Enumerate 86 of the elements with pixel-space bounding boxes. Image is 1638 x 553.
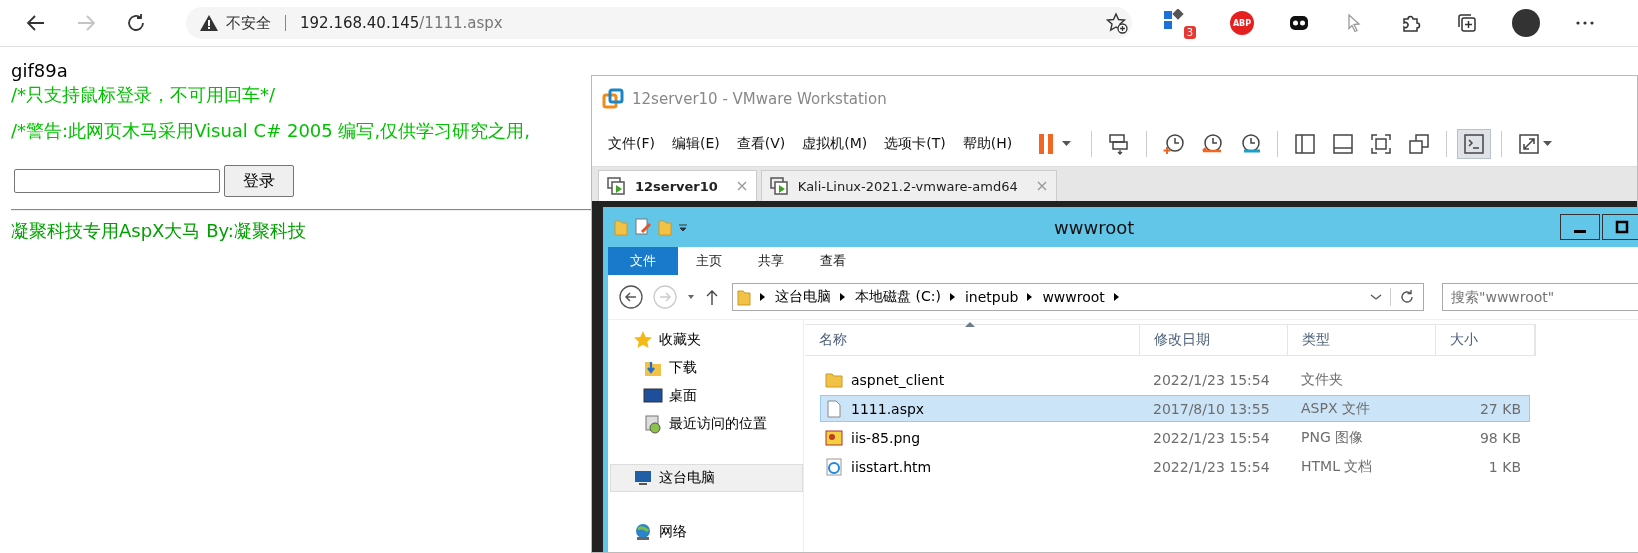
image-file-icon bbox=[825, 428, 843, 447]
window-title: 12server10 - VMware Workstation bbox=[632, 90, 887, 108]
globe-icon bbox=[633, 522, 653, 542]
menu-item[interactable]: 虚拟机(M) bbox=[802, 135, 868, 153]
login-button[interactable]: 登录 bbox=[224, 165, 294, 197]
refresh-icon[interactable] bbox=[1399, 289, 1415, 305]
column-header[interactable]: 类型 bbox=[1288, 325, 1436, 355]
breadcrumb[interactable]: wwwroot bbox=[1042, 289, 1105, 305]
refresh-icon bbox=[125, 12, 147, 34]
chevron-icon[interactable] bbox=[839, 292, 847, 302]
split-panel-icon bbox=[1293, 132, 1318, 156]
terminal-icon bbox=[1462, 132, 1487, 156]
vm-play-icon bbox=[769, 176, 790, 196]
ribbon-tab[interactable]: 文件 bbox=[608, 247, 678, 275]
folder-icon bbox=[825, 370, 843, 389]
ribbon-tab[interactable]: 共享 bbox=[740, 247, 802, 275]
file-row[interactable]: iis-85.png 2022/1/23 15:54 PNG 图像 98 KB bbox=[820, 424, 1530, 451]
nav-item[interactable]: 网络 bbox=[610, 518, 803, 546]
security-label: 不安全 bbox=[226, 13, 271, 33]
column-header[interactable]: 修改日期 bbox=[1140, 325, 1288, 355]
back-button[interactable] bbox=[618, 284, 644, 310]
close-icon[interactable] bbox=[735, 180, 748, 192]
menu-item[interactable]: 文件(F) bbox=[608, 135, 655, 153]
breadcrumb[interactable]: 这台电脑 bbox=[775, 288, 831, 306]
warning-text: /*警告:此网页木马采用Visual C# 2005 编写,仅供学习研究之用, bbox=[11, 119, 530, 143]
search-field[interactable]: 搜索"wwwroot" bbox=[1442, 283, 1638, 311]
warning-icon bbox=[200, 15, 218, 31]
web-page-icon bbox=[825, 457, 843, 476]
desktop-icon bbox=[643, 386, 663, 406]
ribbon-tab[interactable]: 查看 bbox=[802, 247, 864, 275]
recent-places-icon bbox=[643, 414, 663, 434]
chevron-icon[interactable] bbox=[948, 292, 957, 302]
up-arrow-icon[interactable] bbox=[704, 288, 720, 306]
breadcrumb[interactable]: 本地磁盘 (C:) bbox=[855, 288, 941, 306]
password-field[interactable] bbox=[14, 169, 220, 193]
vm-tab[interactable]: Kali-Linux-2021.2-vmware-amd64 bbox=[760, 170, 1057, 201]
properties-icon[interactable] bbox=[634, 218, 652, 236]
ribbon-tab[interactable]: 主页 bbox=[678, 247, 740, 275]
url-text: 192.168.40.145/1111.aspx bbox=[300, 14, 503, 32]
footer-text: 凝聚科技专用AspX大马 By:凝聚科技 bbox=[11, 219, 306, 243]
file-row[interactable]: aspnet_client 2022/1/23 15:54 文件夹 bbox=[820, 366, 1530, 393]
folder-icon bbox=[737, 288, 751, 306]
monitor-icon bbox=[633, 468, 653, 488]
address-bar[interactable]: 不安全 192.168.40.145/1111.aspx bbox=[186, 7, 1132, 39]
star-add-icon[interactable] bbox=[1106, 12, 1128, 34]
extension-icon[interactable] bbox=[1162, 9, 1184, 31]
notice-text: /*只支持鼠标登录，不可用回车*/ bbox=[11, 83, 276, 107]
maximize-icon bbox=[1614, 219, 1630, 235]
menu-item[interactable]: 选项卡(T) bbox=[884, 135, 946, 153]
vmware-logo-icon bbox=[602, 88, 624, 110]
adblock-icon[interactable]: ABP bbox=[1230, 11, 1254, 35]
minimize-icon bbox=[1574, 229, 1586, 233]
nav-item[interactable]: 下载 bbox=[610, 354, 803, 382]
menu-item[interactable]: 帮助(H) bbox=[962, 135, 1013, 153]
menu-item[interactable]: 查看(V) bbox=[736, 135, 786, 153]
column-header[interactable]: 大小 bbox=[1436, 325, 1535, 355]
bottom-panel-icon bbox=[1331, 132, 1356, 156]
menu-item[interactable]: 编辑(E) bbox=[672, 135, 720, 153]
file-row[interactable]: iisstart.htm 2022/1/23 15:54 HTML 文档 1 KB bbox=[820, 453, 1530, 480]
sort-arrow-icon bbox=[965, 321, 975, 327]
blank-file-icon bbox=[825, 399, 843, 418]
window-title: wwwroot bbox=[1054, 216, 1136, 238]
console-button[interactable] bbox=[1457, 129, 1492, 159]
address-field[interactable]: 这台电脑 本地磁盘 (C:) inetpub wwwroot bbox=[732, 283, 1424, 311]
notification-badge: 3 bbox=[1183, 26, 1196, 39]
chevron-icon[interactable] bbox=[1112, 292, 1121, 302]
collections-icon[interactable] bbox=[1456, 12, 1478, 34]
chevron-icon[interactable] bbox=[759, 292, 767, 302]
page-header: gif89a bbox=[11, 59, 68, 83]
dropdown-icon[interactable] bbox=[1370, 292, 1382, 302]
maximize-button[interactable] bbox=[1602, 214, 1638, 240]
fullscreen-icon bbox=[1369, 132, 1394, 156]
vm-tab[interactable]: 12server10 bbox=[598, 170, 757, 201]
caret-icon[interactable] bbox=[678, 222, 688, 232]
vm-play-icon bbox=[607, 176, 627, 196]
nav-item[interactable]: 收藏夹 bbox=[610, 326, 803, 354]
nav-item[interactable]: 最近访问的位置 bbox=[610, 410, 803, 438]
nav-item[interactable]: 这台电脑 bbox=[610, 464, 803, 492]
clock-plus-icon bbox=[1162, 132, 1187, 156]
star-icon bbox=[633, 330, 653, 350]
avatar-icon[interactable] bbox=[1512, 9, 1540, 37]
breadcrumb[interactable]: inetpub bbox=[964, 289, 1019, 305]
minimize-button[interactable] bbox=[1560, 214, 1600, 240]
overlap-windows-icon bbox=[1407, 132, 1432, 156]
nav-item[interactable]: 桌面 bbox=[610, 382, 803, 410]
file-row[interactable]: 1111.aspx 2017/8/10 13:55 ASPX 文件 27 KB bbox=[820, 395, 1530, 422]
